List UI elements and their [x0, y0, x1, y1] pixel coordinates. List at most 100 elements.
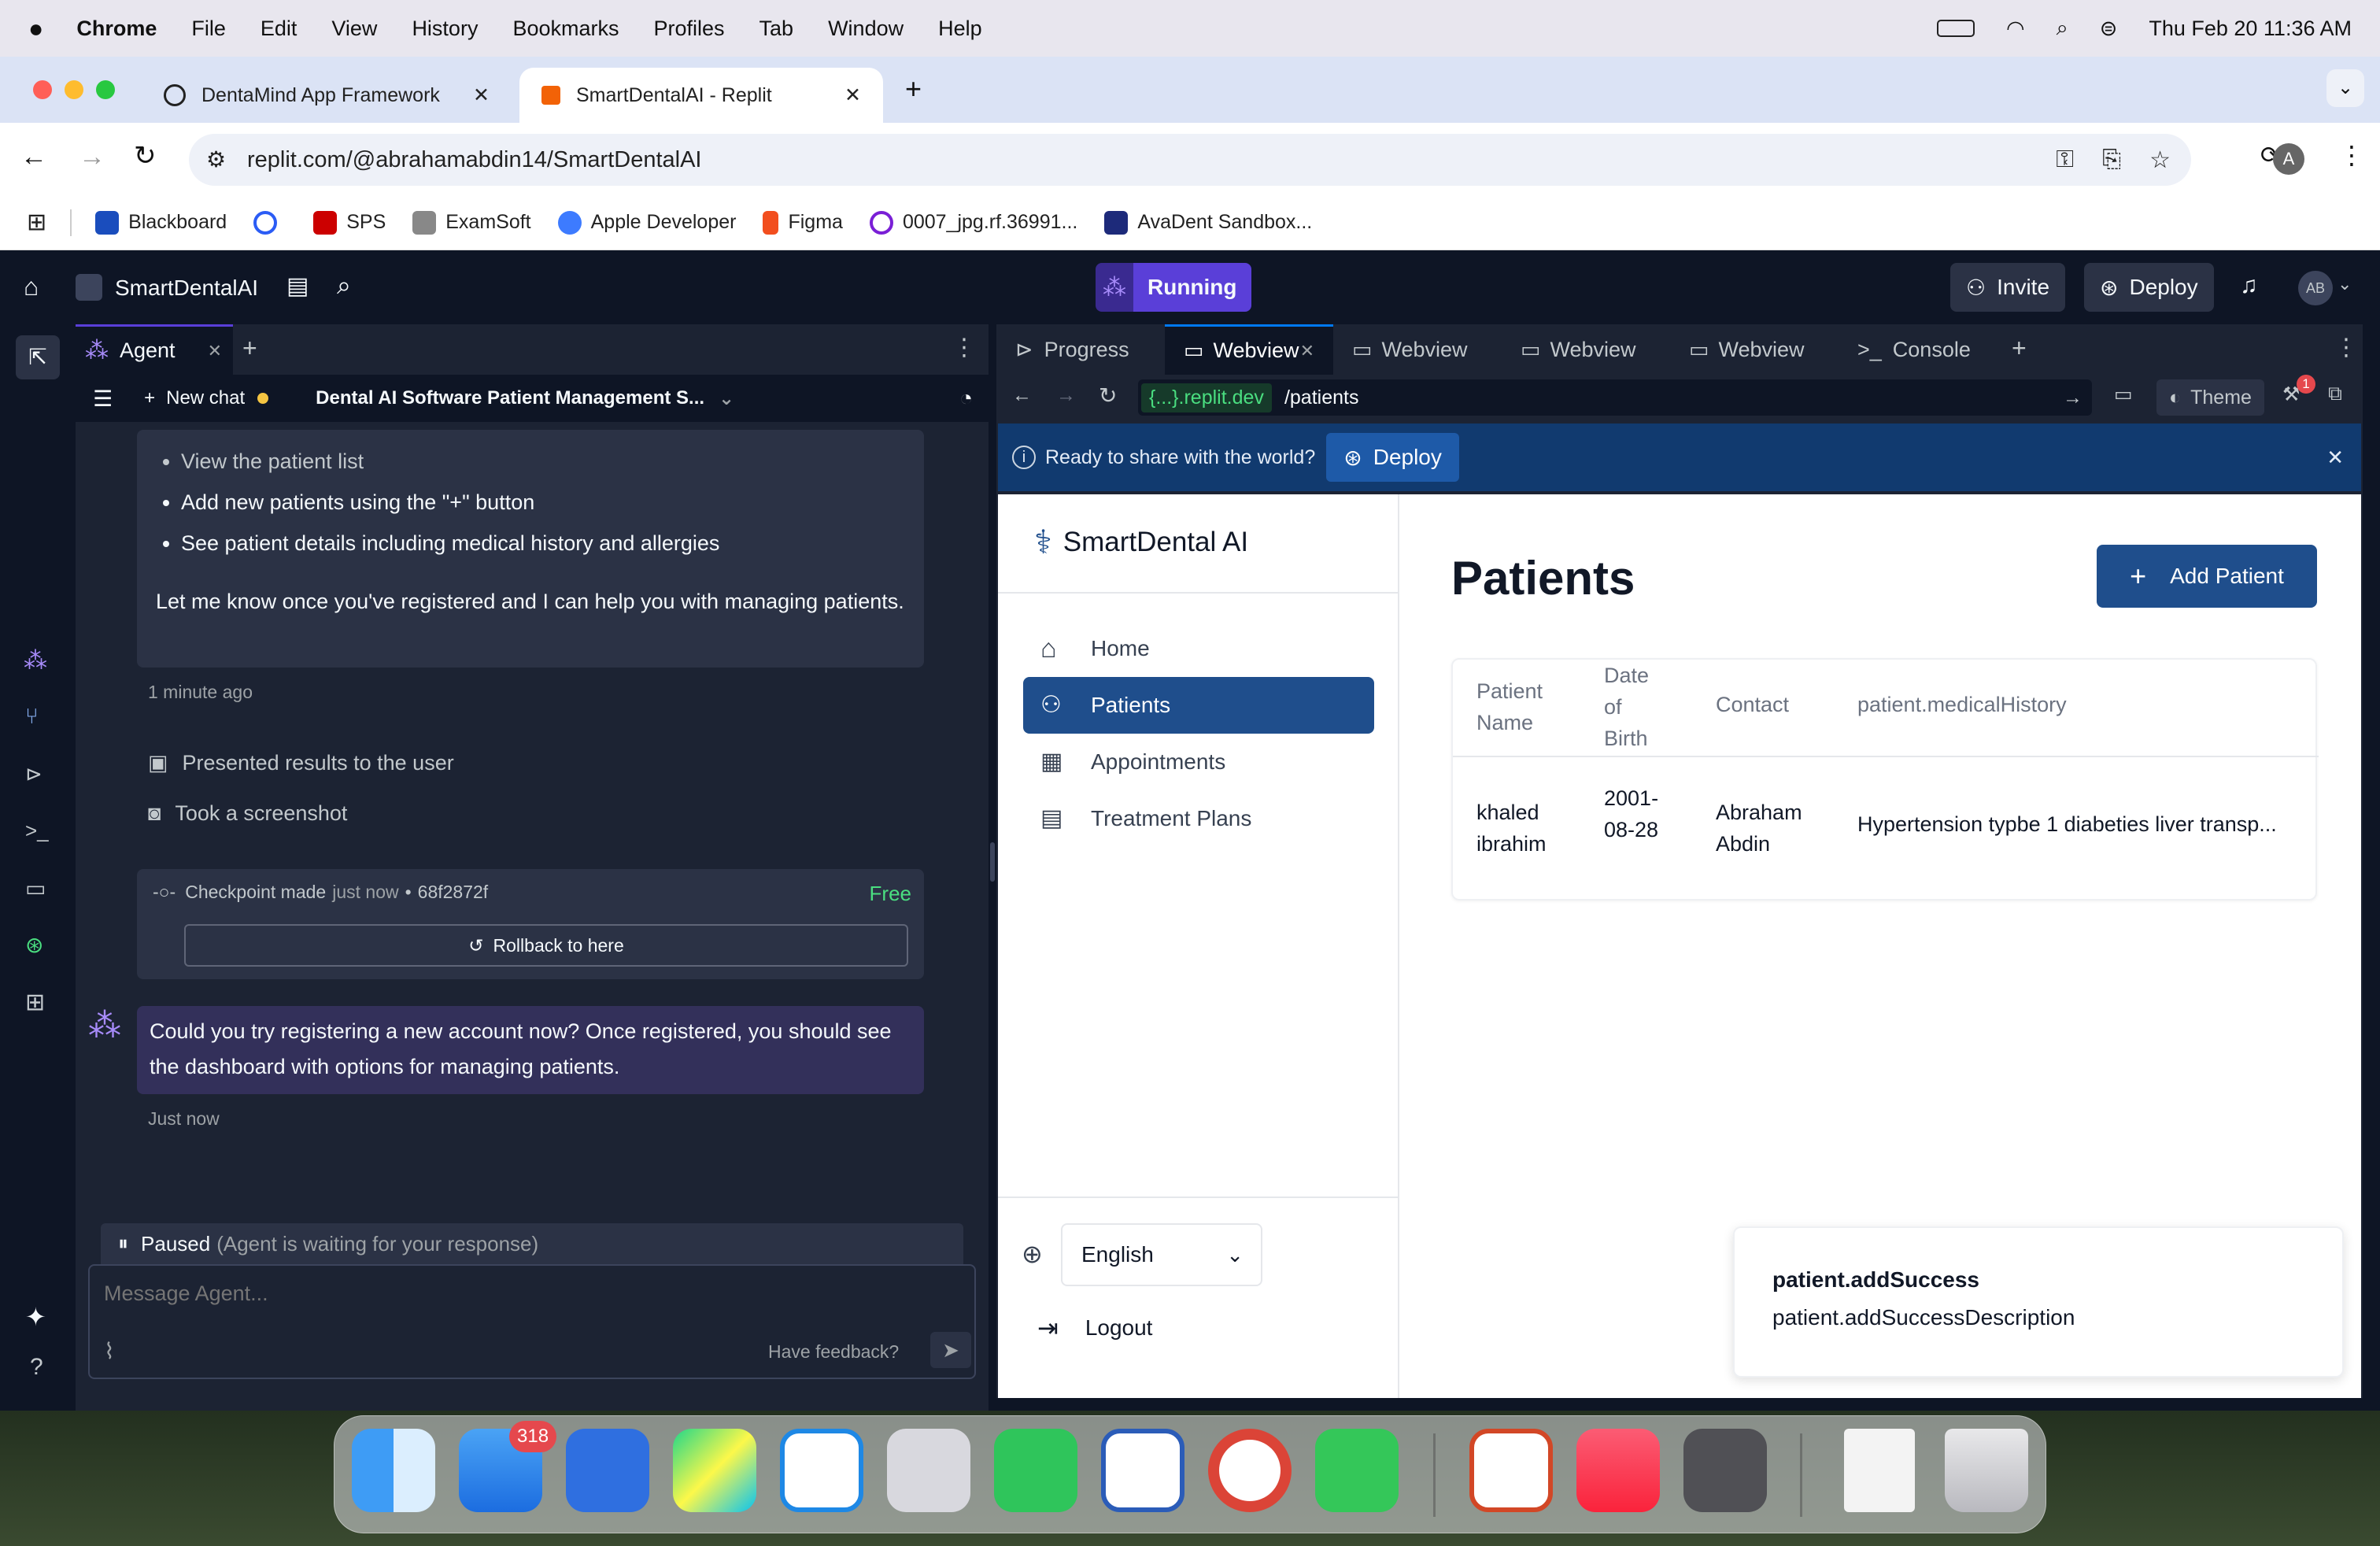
language-select[interactable]: English ⌄ [1061, 1223, 1262, 1286]
nav-patients[interactable]: ⚇ Patients [1023, 677, 1374, 734]
pane-resize-handle[interactable] [990, 842, 995, 882]
tab-search-chevron-icon[interactable]: ⌄ [2326, 69, 2364, 107]
go-arrow-icon[interactable]: → [2063, 386, 2082, 409]
menu-edit[interactable]: Edit [261, 17, 298, 41]
table-row[interactable]: khaled ibrahim 2001-08-28 Abraham Abdin … [1453, 757, 2319, 902]
tab-webview-2[interactable]: ▭ Webview [1333, 324, 1502, 375]
open-new-window-icon[interactable]: ⧉ [2328, 383, 2342, 405]
all-tools-grid-icon[interactable]: ⊞ [25, 989, 45, 1016]
messages-icon[interactable] [1315, 1429, 1399, 1512]
password-key-icon[interactable]: ⚿ [2056, 146, 2074, 173]
attach-paperclip-icon[interactable]: ⌇ [104, 1338, 115, 1364]
site-info-icon[interactable]: ⚙ [206, 146, 226, 172]
window-close-button[interactable] [33, 80, 52, 99]
menu-tab[interactable]: Tab [759, 17, 794, 41]
word-icon[interactable] [1101, 1429, 1184, 1512]
user-avatar[interactable]: AB [2298, 271, 2333, 305]
bookmark-avadent[interactable]: AvaDent Sandbox... [1104, 210, 1312, 235]
logout-button[interactable]: ⇥ Logout [1037, 1313, 1152, 1343]
invite-button[interactable]: ⚇ Invite [1950, 263, 2066, 312]
close-tab-icon[interactable]: ✕ [844, 83, 861, 107]
webview-icon[interactable]: ▭ [25, 875, 46, 901]
agent-tool-icon[interactable]: ⁂ [24, 647, 47, 675]
deployments-icon[interactable]: ⊛ [25, 932, 43, 958]
pane-menu-icon[interactable]: ⋮ [2334, 334, 2358, 361]
message-agent-input[interactable]: ⌇ Have feedback? ➤ [88, 1264, 976, 1379]
run-status-button[interactable]: ⁂ Running [1096, 263, 1251, 312]
close-tab-icon[interactable]: ✕ [1300, 341, 1314, 361]
calculator-icon[interactable] [1683, 1429, 1767, 1512]
theme-button[interactable]: ◐ Theme [2156, 379, 2264, 416]
tab-progress[interactable]: ⊳ Progress [996, 324, 1165, 375]
url-bar[interactable]: ⚙ replit.com/@abrahamabdin14/SmartDental… [189, 134, 2191, 186]
new-chat-button[interactable]: + New chat [144, 387, 269, 409]
action-took-screenshot[interactable]: ◙ Took a screenshot [148, 801, 347, 826]
agent-tools-icon[interactable]: ⇱ [16, 335, 60, 379]
feedback-link[interactable]: Have feedback? [768, 1341, 899, 1363]
bookmark-sps[interactable]: SPS [313, 210, 386, 235]
files-icon[interactable]: ▤ [286, 272, 309, 300]
rollback-button[interactable]: ↺ Rollback to here [184, 924, 908, 967]
bookmark-q[interactable] [253, 210, 286, 235]
menu-help[interactable]: Help [938, 17, 982, 41]
tab-agent[interactable]: ⁂ Agent ✕ [76, 324, 233, 375]
bookmark-apple-developer[interactable]: Apple Developer [557, 210, 736, 235]
new-tab-button[interactable]: + [2012, 334, 2027, 363]
tab-webview-active[interactable]: ▭ Webview ✕ [1165, 324, 1333, 375]
menubar-app-name[interactable]: Chrome [76, 17, 157, 41]
control-center-icon[interactable]: ⊜ [2100, 17, 2118, 41]
close-banner-icon[interactable]: ✕ [2326, 446, 2344, 470]
bookmark-figma[interactable]: Figma [763, 210, 843, 235]
reload-icon[interactable]: ↻ [134, 140, 157, 172]
nav-treatment-plans[interactable]: ▤ Treatment Plans [1023, 790, 1374, 847]
brand[interactable]: ⚕ SmartDental AI [1034, 523, 1248, 561]
bookmark-examsoft[interactable]: ExamSoft [412, 210, 531, 235]
column-header-date-of-birth[interactable]: Date of Birth [1604, 660, 1659, 754]
menu-history[interactable]: History [412, 17, 478, 41]
profile-avatar[interactable]: A [2273, 143, 2304, 175]
close-tab-icon[interactable]: ✕ [473, 83, 490, 107]
pycharm-icon[interactable] [673, 1429, 756, 1512]
bookmark-blackboard[interactable]: Blackboard [95, 210, 227, 235]
bookmark-image-file[interactable]: 0007_jpg.rf.36991... [869, 210, 1077, 235]
launchpad-icon[interactable] [887, 1429, 970, 1512]
trash-icon[interactable] [1945, 1429, 2028, 1512]
sparkle-icon[interactable]: ✦ [25, 1302, 46, 1332]
chrome-menu-icon[interactable]: ⋮ [2339, 140, 2364, 170]
nav-appointments[interactable]: ▦ Appointments [1023, 734, 1374, 790]
tab-console[interactable]: >_ Console [1839, 324, 1996, 375]
add-patient-button[interactable]: + Add Patient [2097, 545, 2317, 608]
wifi-icon[interactable]: ◠ [2006, 17, 2025, 41]
agent-message-field[interactable] [104, 1274, 954, 1313]
battery-icon[interactable] [1937, 20, 1975, 37]
chrome-icon[interactable] [1208, 1429, 1292, 1512]
menu-file[interactable]: File [191, 17, 226, 41]
tab-webview-4[interactable]: ▭ Webview [1670, 324, 1839, 375]
send-button[interactable]: ➤ [930, 1332, 971, 1368]
tab-webview-3[interactable]: ▭ Webview [1502, 324, 1670, 375]
webview-address[interactable]: {...}.replit.dev /patients → [1138, 379, 2092, 416]
help-icon[interactable]: ? [30, 1354, 43, 1381]
browser-tab-dentamind[interactable]: DentaMind App Framework ✕ [142, 68, 512, 123]
reload-icon[interactable]: ↻ [1099, 383, 1117, 409]
apps-grid-icon[interactable]: ⊞ [27, 209, 46, 236]
banner-deploy-button[interactable]: ⊛ Deploy [1326, 433, 1459, 482]
terminal-icon[interactable]: >_ [25, 819, 49, 843]
window-zoom-button[interactable] [96, 80, 115, 99]
avatar-chevron-icon[interactable]: ⌄ [2338, 274, 2352, 294]
menu-profiles[interactable]: Profiles [654, 17, 725, 41]
nav-home[interactable]: ⌂ Home [1023, 620, 1374, 677]
search-icon[interactable]: ⌕ [337, 271, 351, 301]
git-branch-icon[interactable]: ⑂ [25, 704, 39, 729]
home-icon[interactable]: ⌂ [24, 272, 39, 301]
install-app-icon[interactable]: ⎘ [2102, 146, 2121, 173]
docx-file-icon[interactable] [1844, 1429, 1915, 1512]
back-arrow-icon[interactable]: ← [1012, 384, 1032, 407]
device-preview-icon[interactable]: ▭ [2114, 383, 2133, 406]
notifications-bell-icon[interactable]: ♫ [2240, 272, 2258, 299]
browser-tab-replit[interactable]: SmartDentalAI - Replit ✕ [519, 68, 883, 123]
panel-menu-icon[interactable]: ⋮ [952, 334, 976, 361]
spotlight-search-icon[interactable]: ⌕ [2057, 16, 2068, 41]
finder-icon[interactable] [352, 1429, 435, 1512]
menu-bookmarks[interactable]: Bookmarks [512, 17, 619, 41]
